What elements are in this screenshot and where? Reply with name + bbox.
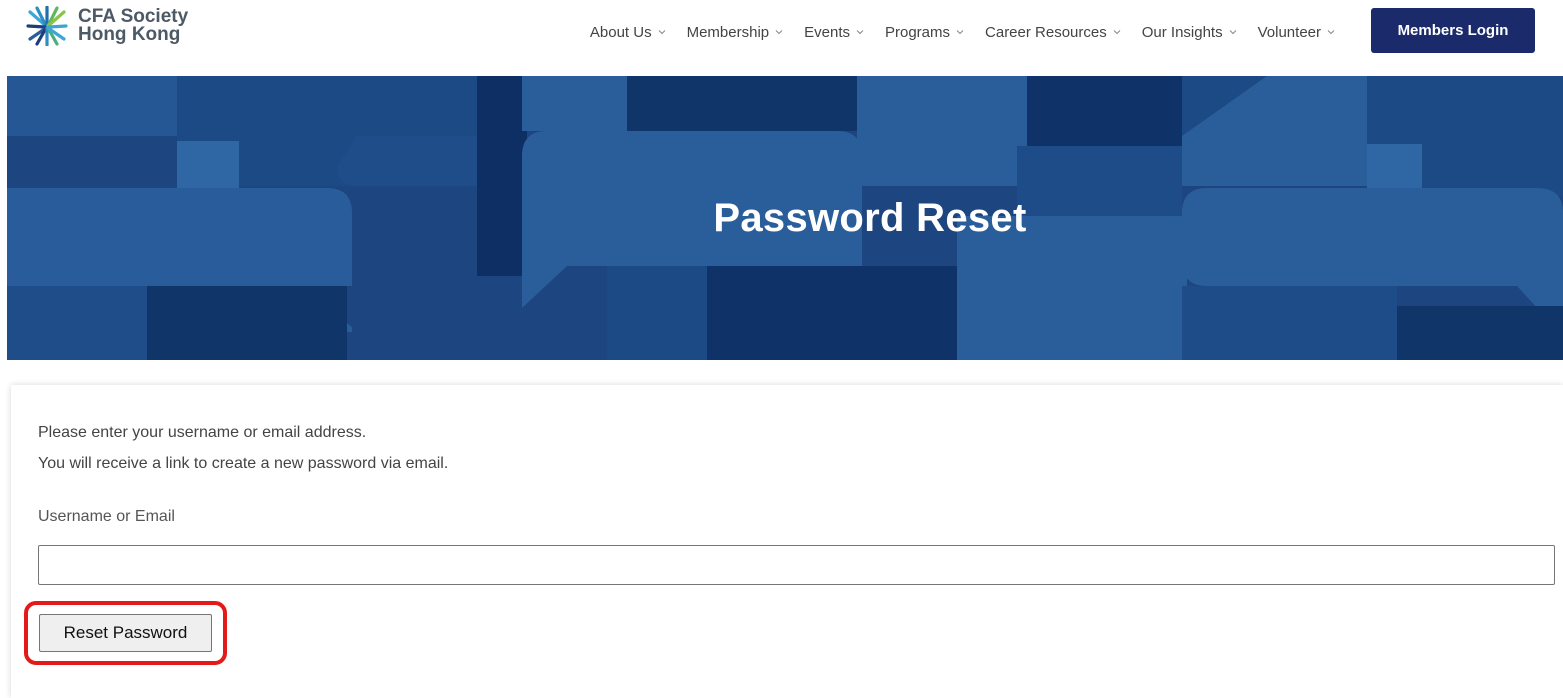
reset-password-button[interactable]: Reset Password <box>39 614 212 652</box>
nav-label: Membership <box>686 23 770 41</box>
chevron-down-icon <box>856 30 864 35</box>
nav-our-insights[interactable]: Our Insights <box>1142 24 1237 41</box>
username-email-label: Username or Email <box>38 508 175 525</box>
nav-label: About Us <box>589 23 652 41</box>
intro-text-line-2: You will receive a link to create a new … <box>38 455 449 472</box>
nav-events[interactable]: Events <box>804 24 864 41</box>
nav-membership[interactable]: Membership <box>687 24 784 41</box>
nav-career-resources[interactable]: Career Resources <box>985 24 1121 41</box>
hero-background-pattern <box>7 76 1563 360</box>
chevron-down-icon <box>658 30 665 35</box>
logo-text: CFA Society Hong Kong <box>78 7 188 45</box>
cfa-logo-icon <box>26 6 68 46</box>
intro-text-line-1: Please enter your username or email addr… <box>38 424 367 441</box>
chevron-down-icon <box>1229 30 1236 35</box>
username-email-input[interactable] <box>38 545 1555 585</box>
chevron-down-icon <box>1327 30 1335 35</box>
logo-line-2: Hong Kong <box>78 24 181 45</box>
main-nav: About Us Membership Events Programs Care… <box>569 18 1335 46</box>
site-logo[interactable]: CFA Society Hong Kong <box>26 6 188 46</box>
hero-banner: Password Reset <box>7 76 1563 360</box>
nav-label: Events <box>804 23 850 41</box>
nav-volunteer[interactable]: Volunteer <box>1258 24 1335 41</box>
nav-about-us[interactable]: About Us <box>590 24 666 41</box>
nav-label: Volunteer <box>1257 23 1321 41</box>
nav-label: Career Resources <box>985 23 1107 41</box>
chevron-down-icon <box>1113 30 1121 35</box>
site-header: CFA Society Hong Kong About Us Membershi… <box>0 0 1563 76</box>
nav-label: Our Insights <box>1141 23 1223 41</box>
chevron-down-icon <box>775 30 783 35</box>
nav-label: Programs <box>884 23 951 41</box>
members-login-button[interactable]: Members Login <box>1371 8 1535 53</box>
nav-programs[interactable]: Programs <box>885 24 964 41</box>
chevron-down-icon <box>956 30 964 35</box>
